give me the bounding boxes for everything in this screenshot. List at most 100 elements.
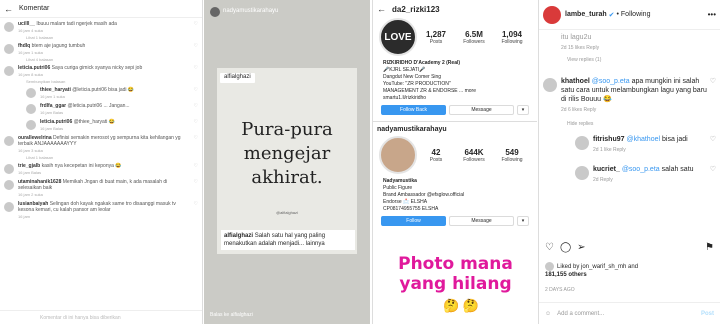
likes-count[interactable]: 181,155 others xyxy=(545,272,587,278)
comment: ucilll__ Ibuuu malam tadi ngerjek masih … xyxy=(0,18,202,34)
post-username[interactable]: lambe_turah xyxy=(565,11,607,18)
story-account[interactable]: nadyamustikarahayu xyxy=(223,8,278,14)
comment-user[interactable]: leticia.putri06 xyxy=(40,119,72,125)
comment-meta[interactable]: 2d 6 likes Reply xyxy=(561,106,710,115)
comment-meta[interactable]: 16 jam Balas xyxy=(40,126,192,132)
liked-by-text[interactable]: Liked by jon_warif_sh_mh and xyxy=(557,264,638,270)
avatar[interactable] xyxy=(575,136,589,150)
bookmark-icon[interactable]: ⚑ xyxy=(705,242,714,253)
profile-actions-2: Follow Message ▾ xyxy=(373,213,537,229)
comment-meta[interactable]: 16 jam Balas xyxy=(18,170,192,176)
stat-followers[interactable]: 644K Followers xyxy=(455,148,493,163)
heart-icon[interactable]: ♡ xyxy=(194,163,198,169)
comment-text: btem aje jagung tumbuh xyxy=(31,43,86,49)
heart-icon[interactable]: ♡ xyxy=(194,135,198,141)
stat-posts[interactable]: 42 Posts xyxy=(417,148,455,163)
comment-user[interactable]: trie_gjalb xyxy=(18,163,40,169)
stat-followers[interactable]: 6.5M Followers xyxy=(455,30,493,45)
heart-icon[interactable]: ♡ xyxy=(545,242,554,253)
comment-meta[interactable]: 16 jam 3 suka xyxy=(18,148,192,154)
comment-meta[interactable]: 16 jam 2 suka xyxy=(18,192,192,198)
avatar[interactable] xyxy=(4,44,14,54)
heart-icon[interactable]: ♡ xyxy=(194,201,198,207)
stat-posts[interactable]: 1,287 Posts xyxy=(417,30,455,45)
caption-user[interactable]: alfialghazi xyxy=(224,233,253,239)
comment-meta[interactable]: 16 jam 1 suka xyxy=(40,94,192,100)
follow-button[interactable]: Follow xyxy=(381,216,446,226)
view-replies-link[interactable]: View replies (1) xyxy=(539,57,720,63)
comment-icon[interactable]: ◯ xyxy=(560,242,571,253)
message-button[interactable]: Message xyxy=(449,216,514,226)
post-button[interactable]: Post xyxy=(701,311,714,317)
avatar[interactable]: . xyxy=(379,136,417,174)
comment-meta[interactable]: 16 jam 4 suka xyxy=(18,28,192,34)
heart-icon[interactable]: ♡ xyxy=(194,179,198,185)
chevron-down-icon[interactable]: ▾ xyxy=(517,105,529,115)
comment-meta[interactable]: 16 jam 1 suka xyxy=(18,50,192,56)
reply: thiee_haryati @leticia.putri06 bisa jadi… xyxy=(0,84,202,100)
comment-input[interactable]: Komentar di ini hanya bisa diberikan xyxy=(0,310,202,324)
hide-replies-link[interactable]: Hide replies xyxy=(539,121,720,127)
avatar[interactable] xyxy=(26,104,36,114)
smiley-icon[interactable]: ☺ xyxy=(545,311,551,317)
avatar[interactable] xyxy=(26,120,36,130)
following-label[interactable]: • Following xyxy=(617,11,651,18)
add-comment-input[interactable]: Add a comment... xyxy=(557,311,604,317)
avatar[interactable] xyxy=(4,66,14,76)
comment-text: @leticia.putri06 ... Jangan... xyxy=(67,103,130,109)
comment: ourallewelrina Definisi semakin merosot … xyxy=(0,132,202,154)
comments-title: Komentar xyxy=(19,5,50,12)
heart-icon[interactable]: ♡ xyxy=(194,65,198,71)
more-options-icon[interactable]: ••• xyxy=(708,10,716,19)
back-arrow-icon[interactable]: ← xyxy=(4,4,13,14)
comment-meta[interactable]: 16 jam Balas xyxy=(40,110,192,116)
reply: frdlfa_ggar @leticia.putri06 ... Jangan.… xyxy=(0,100,202,116)
heart-icon[interactable]: ♡ xyxy=(194,87,198,93)
stat-following[interactable]: 549 Following xyxy=(493,148,531,163)
avatar[interactable] xyxy=(543,5,561,24)
avatar[interactable]: LOVE xyxy=(379,18,417,56)
avatar[interactable] xyxy=(4,202,14,212)
comment-text: Ibuuu malam tadi ngerjek masih ada xyxy=(36,21,117,27)
comment-user[interactable]: khathoel xyxy=(561,78,590,85)
comment-user[interactable]: fhdlq xyxy=(18,43,30,49)
follow-back-button[interactable]: Follow Back xyxy=(381,105,446,115)
comment-user[interactable]: frdlfa_ggar xyxy=(40,103,66,109)
heart-icon[interactable]: ♡ xyxy=(710,77,716,115)
comment-meta[interactable]: 2d 1 like Reply xyxy=(593,146,710,155)
comment: lusianbaiyah Selingan doh kayak ngakak s… xyxy=(0,198,202,220)
heart-icon[interactable]: ♡ xyxy=(194,119,198,125)
heart-icon[interactable]: ♡ xyxy=(194,43,198,49)
comment-meta[interactable]: 16 jam 8 suka xyxy=(18,72,192,78)
comment-user[interactable]: kucriet_ xyxy=(593,166,620,173)
heart-icon[interactable]: ♡ xyxy=(194,21,198,27)
back-arrow-icon[interactable]: ← xyxy=(377,4,386,14)
avatar[interactable] xyxy=(575,166,589,180)
share-icon[interactable]: ➢ xyxy=(577,242,585,253)
heart-icon[interactable]: ♡ xyxy=(194,103,198,109)
story-reply-field[interactable]: Balas ke alfialghazi xyxy=(210,312,253,318)
message-button[interactable]: Message xyxy=(449,105,514,115)
avatar[interactable] xyxy=(4,22,14,32)
comment-user[interactable]: ucilll__ xyxy=(18,21,35,27)
stat-following[interactable]: 1,094 Following xyxy=(493,30,531,45)
comment-meta[interactable]: 2d Reply xyxy=(593,176,710,185)
avatar[interactable] xyxy=(4,180,14,190)
chevron-down-icon[interactable]: ▾ xyxy=(517,216,529,226)
comment-user[interactable]: leticia.putri06 xyxy=(18,65,50,71)
comment-meta[interactable]: 2d 15 likes Reply xyxy=(561,44,716,53)
mention-link[interactable]: @khathoel xyxy=(626,136,660,143)
avatar[interactable] xyxy=(4,136,14,146)
comment-user[interactable]: fitrishu97 xyxy=(593,136,625,143)
avatar[interactable] xyxy=(210,6,220,17)
heart-icon[interactable]: ♡ xyxy=(710,135,716,155)
mention-link[interactable]: @soo_p.eta xyxy=(592,78,630,85)
avatar[interactable] xyxy=(543,78,557,92)
avatar[interactable] xyxy=(4,164,14,174)
avatar[interactable] xyxy=(26,88,36,98)
mention-link[interactable]: @soo_p.eta xyxy=(622,166,660,173)
heart-icon[interactable]: ♡ xyxy=(710,165,716,185)
story-mention-tag[interactable]: alfialghazi xyxy=(220,73,255,83)
comment-user[interactable]: thiee_haryati xyxy=(40,87,71,93)
comment-meta[interactable]: 16 jam xyxy=(18,214,192,220)
